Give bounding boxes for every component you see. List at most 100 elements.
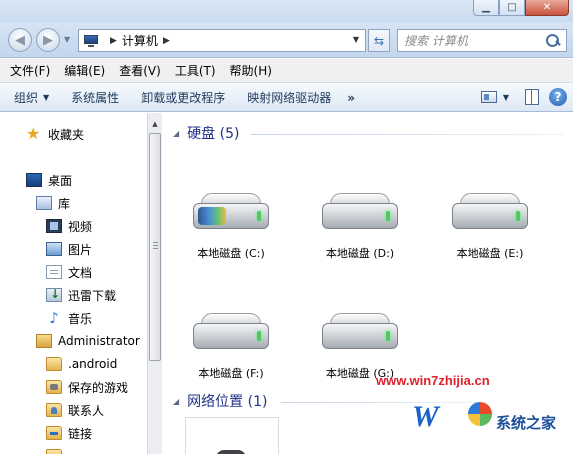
uninstall-program-label: 卸载或更改程序	[141, 91, 226, 105]
address-row: ◀ ▶ ▼ ▶ 计算机 ▶ ▼ ⇆ 搜索 计算机	[0, 22, 573, 58]
folder-icon	[46, 357, 62, 371]
forward-button[interactable]: ▶	[36, 28, 60, 52]
hard-disk-icon	[322, 191, 398, 237]
collapse-triangle-icon[interactable]: ◢	[173, 397, 179, 406]
hard-disk-icon	[452, 191, 528, 237]
drive-label: 本地磁盘 (C:)	[197, 247, 265, 260]
system-properties-label: 系统属性	[71, 91, 120, 105]
maximize-button[interactable]: □	[499, 0, 525, 16]
navigation-pane: ★ 收藏夹 桌面 库 视频 图片 文档 迅雷下载 ♪ 音乐 Administra…	[0, 113, 146, 454]
search-input[interactable]: 搜索 计算机	[397, 29, 567, 52]
hard-disk-icon	[193, 311, 269, 357]
network-location-item[interactable]	[185, 417, 279, 454]
view-controls: ▼ ?	[480, 88, 567, 106]
view-options-dropdown-icon[interactable]: ▼	[503, 93, 509, 102]
breadcrumb-separator-icon[interactable]: ▶	[110, 36, 117, 46]
title-bar: ▁ □ ✕	[0, 0, 573, 22]
sidebar-item-android[interactable]: .android	[46, 354, 117, 374]
drive-g[interactable]: 本地磁盘 (G:)	[300, 311, 420, 381]
change-view-icon[interactable]	[480, 91, 497, 103]
navigation-scrollbar[interactable]: ▲	[147, 113, 162, 454]
picture-icon	[46, 242, 62, 256]
sidebar-item-libraries[interactable]: 库	[36, 193, 70, 213]
links-folder-icon	[46, 426, 62, 440]
breadcrumb-computer[interactable]: 计算机	[122, 32, 158, 49]
sidebar-item-saved-games[interactable]: 保存的游戏	[46, 377, 128, 397]
menu-view[interactable]: 查看(V)	[119, 62, 161, 79]
sidebar-item-desktop[interactable]: 桌面	[26, 170, 72, 190]
menu-edit[interactable]: 编辑(E)	[64, 62, 105, 79]
menu-help[interactable]: 帮助(H)	[230, 62, 272, 79]
back-button[interactable]: ◀	[8, 28, 32, 52]
windows-flag-icon	[468, 402, 492, 426]
back-arrow-icon: ◀	[15, 32, 25, 48]
search-icon[interactable]	[544, 32, 562, 50]
watermark-logo: W 系统之家	[412, 396, 572, 446]
desktop-icon	[26, 173, 42, 187]
minimize-button[interactable]: ▁	[473, 0, 499, 16]
breadcrumb-separator-icon[interactable]: ▶	[163, 36, 170, 46]
collapse-triangle-icon[interactable]: ◢	[173, 129, 179, 138]
sidebar-item-label: 收藏夹	[48, 127, 85, 142]
sidebar-item-label: 文档	[68, 265, 93, 280]
drive-c[interactable]: 本地磁盘 (C:)	[171, 191, 291, 261]
map-network-drive-button[interactable]: 映射网络驱动器	[247, 89, 331, 106]
group-title: 网络位置 (1)	[187, 394, 268, 410]
sidebar-item-videos[interactable]: 视频	[46, 216, 92, 236]
forward-arrow-icon: ▶	[43, 32, 53, 48]
window-controls: ▁ □ ✕	[473, 0, 569, 16]
recent-pages-dropdown[interactable]: ▼	[64, 35, 70, 44]
close-button[interactable]: ✕	[525, 0, 569, 16]
library-icon	[36, 196, 52, 210]
saved-games-folder-icon	[46, 380, 62, 394]
uninstall-program-button[interactable]: 卸载或更改程序	[141, 89, 225, 106]
sidebar-item-label: 视频	[68, 219, 93, 234]
sidebar-item-music[interactable]: ♪ 音乐	[46, 308, 92, 328]
drive-d[interactable]: 本地磁盘 (D:)	[300, 191, 420, 261]
sidebar-item-label: 音乐	[68, 311, 93, 326]
watermark-url: www.win7zhijia.cn	[376, 373, 490, 388]
scrollbar-thumb[interactable]	[149, 133, 161, 361]
group-title: 硬盘 (5)	[187, 126, 240, 142]
sidebar-item-label: 保存的游戏	[68, 380, 129, 395]
sidebar-item-favorites[interactable]: ★ 收藏夹	[26, 124, 84, 144]
maximize-icon: □	[507, 2, 517, 13]
preview-pane-icon[interactable]	[525, 89, 539, 105]
win-logo-letter: W	[412, 400, 439, 433]
system-properties-button[interactable]: 系统属性	[71, 89, 119, 106]
address-dropdown-icon[interactable]: ▼	[353, 35, 359, 44]
sidebar-item-partial[interactable]	[46, 446, 68, 454]
computer-icon	[83, 34, 101, 48]
sidebar-item-label: 链接	[68, 426, 93, 441]
sidebar-item-label: 桌面	[48, 173, 73, 188]
user-folder-icon	[36, 334, 52, 348]
drive-f[interactable]: 本地磁盘 (F:)	[171, 311, 291, 381]
group-header-network[interactable]: ◢ 网络位置 (1)	[173, 391, 267, 411]
drive-label: 本地磁盘 (D:)	[325, 247, 395, 260]
sidebar-item-label: 迅雷下载	[68, 288, 117, 303]
menu-file[interactable]: 文件(F)	[10, 62, 50, 79]
sidebar-item-contacts[interactable]: 联系人	[46, 400, 104, 420]
sidebar-item-administrator[interactable]: Administrator	[36, 331, 140, 351]
video-icon	[46, 219, 62, 233]
sidebar-item-documents[interactable]: 文档	[46, 262, 92, 282]
group-header-hard-disks[interactable]: ◢ 硬盘 (5)	[173, 123, 239, 143]
more-commands-button[interactable]: »	[347, 91, 355, 105]
menu-tools[interactable]: 工具(T)	[175, 62, 216, 79]
organize-button[interactable]: 组织 ▼	[14, 89, 49, 106]
drive-e[interactable]: 本地磁盘 (E:)	[430, 191, 550, 261]
address-bar[interactable]: ▶ 计算机 ▶ ▼	[78, 29, 366, 52]
sidebar-item-pictures[interactable]: 图片	[46, 239, 92, 259]
download-icon	[46, 287, 62, 302]
refresh-button[interactable]: ⇆	[368, 29, 390, 52]
scroll-up-icon[interactable]: ▲	[148, 116, 162, 131]
drive-label: 本地磁盘 (F:)	[198, 367, 264, 380]
sidebar-item-label: .android	[68, 357, 118, 371]
organize-label: 组织	[14, 91, 39, 105]
sidebar-item-links[interactable]: 链接	[46, 423, 92, 443]
map-network-drive-label: 映射网络驱动器	[247, 91, 332, 105]
sidebar-item-label: 库	[58, 196, 71, 211]
hard-disk-icon	[322, 311, 398, 357]
help-icon[interactable]: ?	[549, 88, 567, 106]
sidebar-item-thunder-downloads[interactable]: 迅雷下载	[46, 285, 116, 305]
